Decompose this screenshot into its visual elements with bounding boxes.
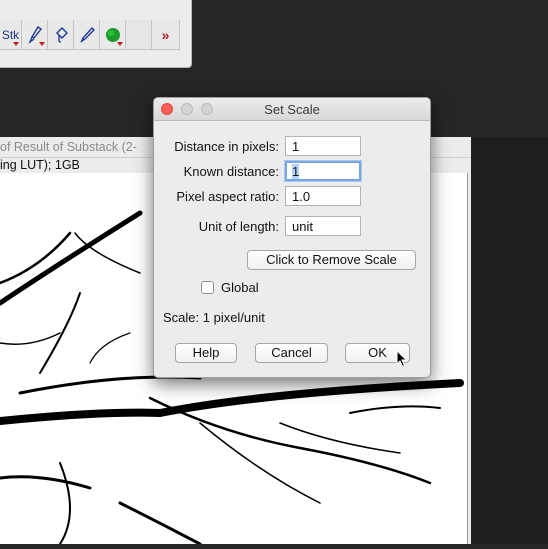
known-distance-label: Known distance: xyxy=(183,164,279,179)
unit-of-length-field[interactable]: unit xyxy=(285,216,361,236)
distance-in-pixels-label: Distance in pixels: xyxy=(174,139,279,154)
dropdown-indicator-icon xyxy=(39,42,45,46)
set-scale-dialog: Set Scale Distance in pixels: 1 Known di… xyxy=(153,97,431,378)
distance-in-pixels-field[interactable]: 1 xyxy=(285,136,361,156)
pencil-icon xyxy=(79,26,95,43)
more-tools-icon: » xyxy=(161,26,170,43)
image-info-line: ing LUT); 1GB xyxy=(0,158,80,172)
image-window-title: of Result of Substack (2- xyxy=(0,140,137,154)
imagej-toolbar: Stk » xyxy=(0,0,192,68)
global-checkbox[interactable] xyxy=(201,281,214,294)
remove-scale-button[interactable]: Click to Remove Scale xyxy=(247,250,416,270)
brush-tool-button[interactable] xyxy=(22,20,48,50)
global-label[interactable]: Global xyxy=(221,280,259,295)
distance-in-pixels-value: 1 xyxy=(292,139,300,154)
known-distance-field[interactable]: 1 xyxy=(285,161,361,181)
flood-fill-tool-button[interactable] xyxy=(48,20,74,50)
brush-icon xyxy=(27,25,42,44)
empty-tool-slot[interactable] xyxy=(126,20,152,50)
unit-of-length-label: Unit of length: xyxy=(198,219,279,234)
tool-row: Stk » xyxy=(0,20,180,50)
pixel-aspect-ratio-label: Pixel aspect ratio: xyxy=(176,189,279,204)
pixel-aspect-ratio-value: 1.0 xyxy=(292,189,311,204)
scale-status-text: Scale: 1 pixel/unit xyxy=(163,310,265,325)
mouse-pointer-icon xyxy=(396,350,408,368)
pencil-tool-button[interactable] xyxy=(74,20,100,50)
stacks-menu-button[interactable]: Stk xyxy=(0,20,22,50)
dialog-titlebar[interactable]: Set Scale xyxy=(154,98,430,121)
unit-of-length-value: unit xyxy=(292,219,313,234)
cancel-button[interactable]: Cancel xyxy=(255,343,328,363)
stacks-label: Stk xyxy=(1,27,20,42)
pixel-aspect-ratio-field[interactable]: 1.0 xyxy=(285,186,361,206)
color-picker-button[interactable] xyxy=(100,20,126,50)
dropdown-indicator-icon xyxy=(13,42,19,46)
dropdown-indicator-icon xyxy=(117,42,123,46)
help-button[interactable]: Help xyxy=(175,343,237,363)
flood-fill-icon xyxy=(55,26,68,43)
more-tools-button[interactable]: » xyxy=(152,20,180,50)
known-distance-value: 1 xyxy=(292,164,300,179)
dialog-title: Set Scale xyxy=(264,102,320,117)
window-gap xyxy=(471,137,548,544)
